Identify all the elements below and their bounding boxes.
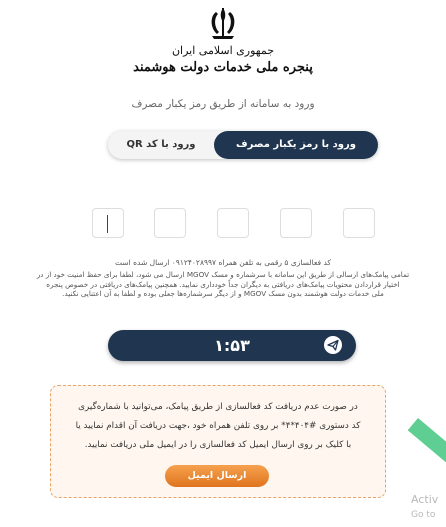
decorative-stripe [407, 418, 446, 489]
iran-emblem-icon [211, 8, 235, 39]
countdown-timer: ۱:۵۳ [214, 336, 250, 355]
text-caret [107, 215, 108, 233]
paper-plane-icon [327, 339, 339, 351]
brand-line-1: جمهوری اسلامی ایران [171, 44, 275, 57]
tab-otp-login[interactable]: ورود با رمز یکبار مصرف [214, 131, 378, 159]
otp-digit-4[interactable] [280, 208, 312, 238]
notice-text: در صورت عدم دریافت کد فعالسازی از طریق پ… [75, 402, 361, 450]
code-sent-message: کد فعالسازی ۵ رقمی به تلفن همراه ۰۹۱۲۴۰۲… [115, 258, 331, 267]
login-method-tabs: ورود با کد QR ورود با رمز یکبار مصرف [108, 131, 378, 159]
otp-digit-1[interactable] [92, 208, 124, 238]
send-email-button[interactable]: ارسال ایمیل [165, 465, 269, 487]
watermark-line-1: Activ [411, 493, 439, 506]
security-warning: تمامی پیامک‌های ارسالی از طریق این سامان… [36, 270, 410, 298]
watermark-line-2: Go to [411, 510, 436, 520]
sms-fallback-notice: در صورت عدم دریافت کد فعالسازی از طریق پ… [50, 385, 386, 498]
otp-digit-2[interactable] [154, 208, 186, 238]
countdown-bar: ۱:۵۳ [108, 330, 356, 361]
otp-digit-3[interactable] [217, 208, 249, 238]
brand-line-2: پنجره ملی خدمات دولت هوشمند [133, 60, 313, 75]
tab-qr-login[interactable]: ورود با کد QR [108, 131, 214, 159]
otp-digit-5[interactable] [343, 208, 375, 238]
resend-button[interactable] [324, 336, 342, 354]
login-subtitle: ورود به سامانه از طریق رمز یکبار مصرف [131, 98, 315, 110]
